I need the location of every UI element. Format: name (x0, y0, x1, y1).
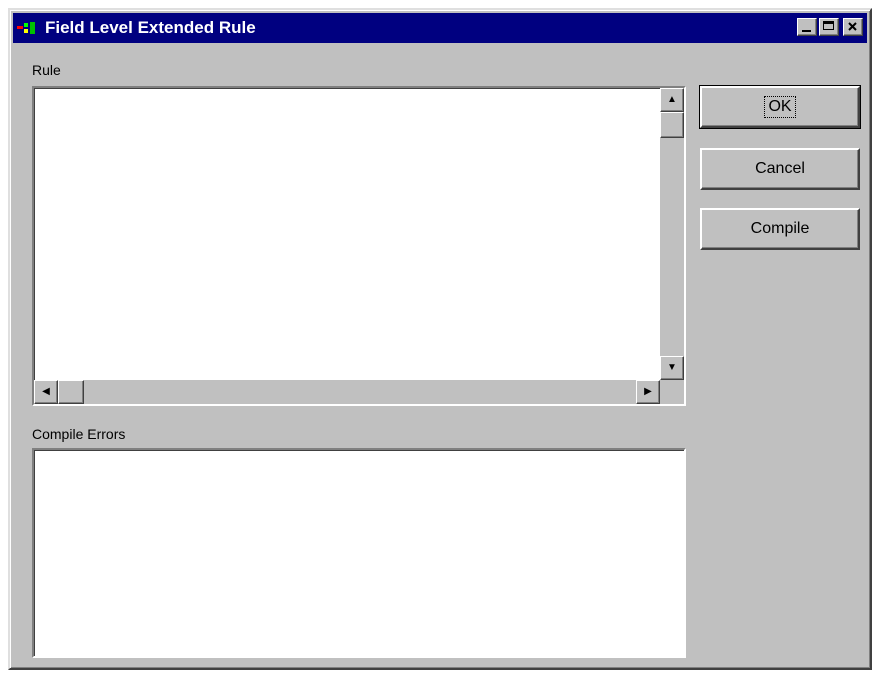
compile-errors-box[interactable] (32, 448, 686, 658)
arrow-down-icon: ▼ (667, 362, 677, 373)
scrollbar-corner (660, 380, 684, 404)
dialog-window: Field Level Extended Rule Rule ▲ ▼ ◀ ▶ C… (8, 8, 872, 670)
window-title: Field Level Extended Rule (45, 18, 256, 37)
rule-label: Rule (32, 62, 61, 78)
compile-button[interactable]: Compile (700, 208, 860, 250)
close-icon (848, 22, 857, 31)
rule-editor[interactable]: ▲ ▼ ◀ ▶ (32, 86, 686, 406)
rule-horizontal-scrollbar[interactable]: ◀ ▶ (34, 380, 660, 404)
maximize-icon (823, 21, 834, 30)
minimize-button[interactable] (797, 18, 817, 36)
title-bar[interactable]: Field Level Extended Rule (13, 13, 867, 43)
horizontal-scroll-thumb[interactable] (58, 380, 84, 404)
maximize-button[interactable] (819, 18, 839, 36)
scroll-right-button[interactable]: ▶ (636, 380, 660, 404)
arrow-left-icon: ◀ (42, 386, 50, 397)
cancel-button[interactable]: Cancel (700, 148, 860, 190)
ok-button[interactable]: OK (699, 85, 861, 129)
compile-errors-label: Compile Errors (32, 426, 126, 442)
title-buttons (795, 18, 863, 36)
cancel-button-label: Cancel (755, 160, 805, 177)
arrow-up-icon: ▲ (667, 94, 677, 105)
arrow-right-icon: ▶ (644, 386, 652, 397)
scroll-up-button[interactable]: ▲ (660, 88, 684, 112)
scroll-left-button[interactable]: ◀ (34, 380, 58, 404)
ok-button-label: OK (764, 96, 796, 118)
vertical-scroll-thumb[interactable] (660, 112, 684, 138)
rule-text-area[interactable] (34, 88, 660, 380)
rule-vertical-scrollbar[interactable]: ▲ ▼ (660, 88, 684, 380)
minimize-icon (802, 30, 811, 32)
compile-button-label: Compile (750, 220, 810, 237)
close-button[interactable] (843, 18, 863, 36)
app-icon (17, 20, 39, 36)
scroll-down-button[interactable]: ▼ (660, 356, 684, 380)
